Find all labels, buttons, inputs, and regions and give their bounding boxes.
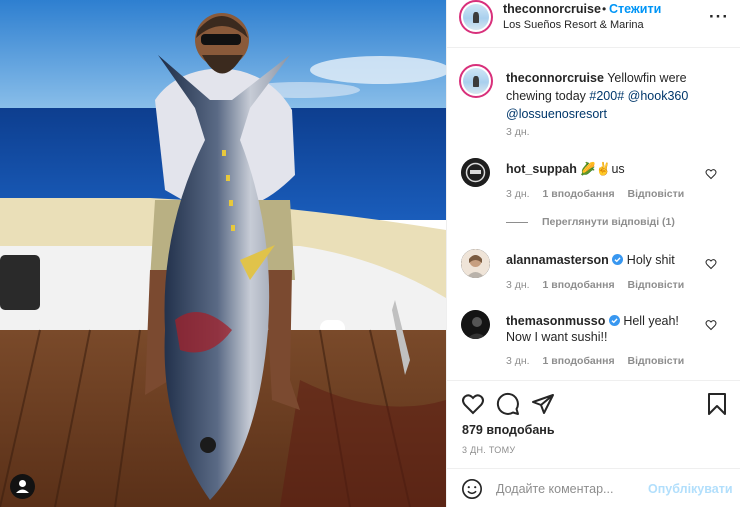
comment-likes[interactable]: 1 вподобання <box>543 188 615 200</box>
comment-bubble-icon[interactable] <box>496 392 520 416</box>
comment-text: hot_suppah 🌽✌️us <box>506 161 706 177</box>
comment-text: alannamasterson Holy shit <box>506 252 706 268</box>
like-comment-heart-icon[interactable] <box>705 319 717 331</box>
post-header: theconnorcruise • Стежити Los Sueños Res… <box>447 0 740 48</box>
more-options-icon[interactable]: ··· <box>709 7 729 27</box>
caption-mention-hook360[interactable]: @hook360 <box>628 89 689 103</box>
reply-button[interactable]: Відповісти <box>628 355 685 367</box>
post-photo[interactable] <box>0 0 446 507</box>
comment-likes[interactable]: 1 вподобання <box>543 279 615 291</box>
caption-text: theconnorcruise Yellowfin were chewing t… <box>506 69 731 123</box>
post-date[interactable]: 3 ДН. ТОМУ <box>462 445 515 455</box>
comment-timestamp[interactable]: 3 дн. <box>506 188 530 200</box>
author-avatar[interactable] <box>459 0 493 34</box>
caption-avatar[interactable] <box>459 64 493 98</box>
comment-input[interactable] <box>496 479 636 499</box>
comment-body: 🌽✌️us <box>580 162 625 176</box>
comment-text: themasonmusso Hell yeah! Now I want sush… <box>506 313 696 345</box>
comment-timestamp[interactable]: 3 дн. <box>506 279 530 291</box>
post-location[interactable]: Los Sueños Resort & Marina <box>503 19 644 31</box>
publish-button[interactable]: Опублікувати <box>648 482 733 496</box>
likes-count[interactable]: 879 вподобань <box>462 423 555 437</box>
comment-avatar[interactable] <box>461 249 490 278</box>
save-bookmark-icon[interactable] <box>705 392 729 416</box>
verified-badge-icon <box>608 315 620 326</box>
comment-avatar[interactable] <box>461 310 490 339</box>
comment-username[interactable]: alannamasterson <box>506 253 609 267</box>
comment-likes[interactable]: 1 вподобання <box>543 355 615 367</box>
view-replies-button[interactable]: Переглянути відповіді (1) <box>506 216 675 228</box>
caption-mention-lossuenosresort[interactable]: @lossuenosresort <box>506 107 607 121</box>
like-heart-icon[interactable] <box>461 392 485 416</box>
emoji-smiley-icon[interactable] <box>461 478 483 500</box>
separator-dot: • <box>602 2 607 16</box>
user-tag-icon[interactable] <box>10 474 35 499</box>
reply-button[interactable]: Відповісти <box>628 279 685 291</box>
add-comment-bar: Опублікувати <box>447 468 740 507</box>
view-replies-label: Переглянути відповіді (1) <box>542 216 675 228</box>
comment-timestamp[interactable]: 3 дн. <box>506 355 530 367</box>
verified-badge-icon <box>612 254 624 265</box>
like-comment-heart-icon[interactable] <box>705 168 717 180</box>
follow-button[interactable]: Стежити <box>609 2 661 16</box>
caption-timestamp[interactable]: 3 дн. <box>506 126 530 138</box>
caption-hashtag[interactable]: #200# <box>589 89 624 103</box>
comment-username[interactable]: themasonmusso <box>506 314 605 328</box>
reply-button[interactable]: Відповісти <box>628 188 685 200</box>
comment-avatar[interactable] <box>461 158 490 187</box>
share-paper-plane-icon[interactable] <box>531 392 555 416</box>
post-details-pane: theconnorcruise • Стежити Los Sueños Res… <box>446 0 740 507</box>
fishing-photo <box>0 0 446 507</box>
comment-body: Holy shit <box>626 253 675 267</box>
comment-username[interactable]: hot_suppah <box>506 162 577 176</box>
author-username[interactable]: theconnorcruise <box>503 2 601 16</box>
comment-meta: 3 дн. 1 вподобання Відповісти <box>506 188 694 200</box>
comment-meta: 3 дн. 1 вподобання Відповісти <box>506 279 694 291</box>
like-comment-heart-icon[interactable] <box>705 258 717 270</box>
caption-username[interactable]: theconnorcruise <box>506 71 604 85</box>
comment-meta: 3 дн. 1 вподобання Відповісти <box>506 355 694 367</box>
